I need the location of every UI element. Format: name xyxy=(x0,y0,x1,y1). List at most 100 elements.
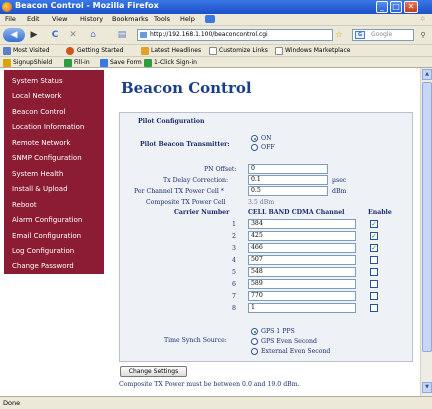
tx-delay-input[interactable]: 0.1 xyxy=(248,175,328,185)
carrier-number: 1 xyxy=(232,221,236,228)
sidebar-item-system-health[interactable]: System Health xyxy=(12,170,63,178)
scroll-down-arrow-icon[interactable]: ▼ xyxy=(422,382,432,393)
sidebar-item-system-status[interactable]: System Status xyxy=(12,77,63,85)
addon-save-form[interactable]: Save Form xyxy=(110,59,142,66)
home-button[interactable]: ⌂ xyxy=(86,28,100,42)
bookmark-star-icon[interactable]: ☆ xyxy=(334,28,344,42)
search-placeholder: Google xyxy=(371,31,393,38)
menu-file[interactable]: File xyxy=(5,15,16,23)
maximize-button[interactable]: □ xyxy=(390,1,402,13)
menu-help[interactable]: Help xyxy=(180,15,195,23)
shield-icon xyxy=(3,59,11,67)
url-input[interactable]: http://192.168.1.100/beaconcontrol.cgi xyxy=(137,29,333,41)
window-title: Beacon Control - Mozilla Firefox xyxy=(15,1,159,10)
carrier-number: 5 xyxy=(232,269,236,276)
back-button[interactable]: ◀ xyxy=(3,28,25,42)
scroll-up-arrow-icon[interactable]: ▲ xyxy=(422,69,432,80)
sync-gps-even-second-radio[interactable] xyxy=(251,338,258,345)
forward-button[interactable]: ▶ xyxy=(27,28,41,42)
transmitter-label: Pilot Beacon Transmitter: xyxy=(140,141,230,148)
menu-tools[interactable]: Tools xyxy=(154,15,170,23)
carrier-enable-checkbox[interactable] xyxy=(370,292,378,300)
stop-button[interactable]: ✕ xyxy=(66,28,80,42)
sidebar-item-remote-network[interactable]: Remote Network xyxy=(12,139,70,147)
column-carrier-number: Carrier Number xyxy=(174,209,230,216)
carrier-channel-input[interactable]: 589 xyxy=(248,279,356,289)
bookmark-windows-marketplace[interactable]: Windows Marketplace xyxy=(285,47,350,54)
transmitter-off-radio[interactable] xyxy=(251,144,258,151)
composite-power-label: Composite TX Power Cell xyxy=(146,199,226,206)
time-sync-label: Time Synch Source: xyxy=(164,337,227,344)
transmitter-off-label: OFF xyxy=(261,144,275,151)
sidebar-item-alarm-configuration[interactable]: Alarm Configuration xyxy=(12,216,82,224)
column-enable: Enable xyxy=(368,209,392,216)
bookmark-getting-started[interactable]: Getting Started xyxy=(77,47,123,54)
minimize-button[interactable]: _ xyxy=(376,1,388,13)
carrier-number: 2 xyxy=(232,233,236,240)
sidebar-nav: System Status Local Network Beacon Contr… xyxy=(4,70,104,274)
pn-offset-input[interactable]: 0 xyxy=(248,164,328,174)
carrier-enable-checkbox[interactable]: ✓ xyxy=(370,220,378,228)
bookmarks-bar: Most Visited Getting Started Latest Head… xyxy=(0,44,432,56)
google-icon[interactable]: G xyxy=(355,31,365,39)
sidebar-item-beacon-control[interactable]: Beacon Control xyxy=(12,108,66,116)
search-go-icon[interactable]: ⚲ xyxy=(418,28,428,42)
carrier-number: 6 xyxy=(232,281,236,288)
addon-menu-icon[interactable] xyxy=(205,15,215,23)
bookmark-customize-links[interactable]: Customize Links xyxy=(219,47,268,54)
carrier-enable-checkbox[interactable] xyxy=(370,304,378,312)
reload-button[interactable]: C xyxy=(48,28,62,42)
menu-bar: File Edit View History Bookmarks Tools H… xyxy=(0,14,432,26)
menu-history[interactable]: History xyxy=(80,15,103,23)
carrier-enable-checkbox[interactable] xyxy=(370,280,378,288)
carrier-channel-input[interactable]: 548 xyxy=(248,267,356,277)
favicon-icon xyxy=(140,32,147,38)
sidebar-item-email-configuration[interactable]: Email Configuration xyxy=(12,232,81,240)
bookmark-folder-icon xyxy=(3,47,11,55)
composite-power-value: 3.5 dBm xyxy=(248,199,275,206)
scrollbar-thumb[interactable] xyxy=(422,82,432,352)
carrier-channel-input[interactable]: 770 xyxy=(248,291,356,301)
carrier-channel-input[interactable]: 507 xyxy=(248,255,356,265)
sidebar-item-install-upload[interactable]: Install & Upload xyxy=(12,185,68,193)
carrier-channel-input[interactable]: 425 xyxy=(248,231,356,241)
carrier-channel-input[interactable]: 466 xyxy=(248,243,356,253)
sidebar-item-log-configuration[interactable]: Log Configuration xyxy=(12,247,74,255)
transmitter-on-label: ON xyxy=(261,135,272,142)
addon-signupshield[interactable]: SignupShield xyxy=(13,59,52,66)
carrier-channel-input[interactable]: 1 xyxy=(248,303,356,313)
menu-view[interactable]: View xyxy=(52,15,67,23)
bookmark-latest-headlines[interactable]: Latest Headlines xyxy=(151,47,201,54)
sidebar-item-local-network[interactable]: Local Network xyxy=(12,92,62,100)
menu-bookmarks[interactable]: Bookmarks xyxy=(112,15,148,23)
search-input[interactable]: G Google xyxy=(352,29,414,41)
pilot-configuration-panel: Pilot Configuration Pilot Beacon Transmi… xyxy=(119,112,413,362)
sidebar-item-change-password[interactable]: Change Password xyxy=(12,262,74,270)
sidebar-item-snmp-configuration[interactable]: SNMP Configuration xyxy=(12,154,82,162)
sync-external-even-second-radio[interactable] xyxy=(251,348,258,355)
carrier-channel-input[interactable]: 384 xyxy=(248,219,356,229)
bookmark-most-visited[interactable]: Most Visited xyxy=(13,47,50,54)
carrier-enable-checkbox[interactable]: ✓ xyxy=(370,232,378,240)
menu-edit[interactable]: Edit xyxy=(27,15,40,23)
sidebar-item-reboot[interactable]: Reboot xyxy=(12,201,37,209)
carrier-number: 7 xyxy=(232,293,236,300)
transmitter-on-radio[interactable] xyxy=(251,135,258,142)
carrier-number: 4 xyxy=(232,257,236,264)
page-small-icon xyxy=(209,47,217,55)
close-button[interactable]: ✕ xyxy=(404,1,418,13)
carrier-enable-checkbox[interactable]: ✓ xyxy=(370,244,378,252)
change-settings-button[interactable]: Change Settings xyxy=(120,366,187,377)
firefox-icon xyxy=(2,2,12,12)
tx-delay-unit: µsec xyxy=(332,177,347,184)
sidebar-item-location-information[interactable]: Location Information xyxy=(12,123,84,131)
addon-one-click-sign-in[interactable]: 1-Click Sign-in xyxy=(154,59,197,66)
carrier-enable-checkbox[interactable] xyxy=(370,268,378,276)
vertical-scrollbar[interactable]: ▲ ▼ xyxy=(420,68,432,396)
addon-fill-in[interactable]: Fill-in xyxy=(74,59,90,66)
tx-power-input[interactable]: 0.5 xyxy=(248,186,328,196)
sync-external-even-second-label: External Even Second xyxy=(261,348,331,355)
sync-gps-1pps-radio[interactable] xyxy=(251,328,258,335)
carrier-enable-checkbox[interactable] xyxy=(370,256,378,264)
tx-power-unit: dBm xyxy=(332,188,347,195)
